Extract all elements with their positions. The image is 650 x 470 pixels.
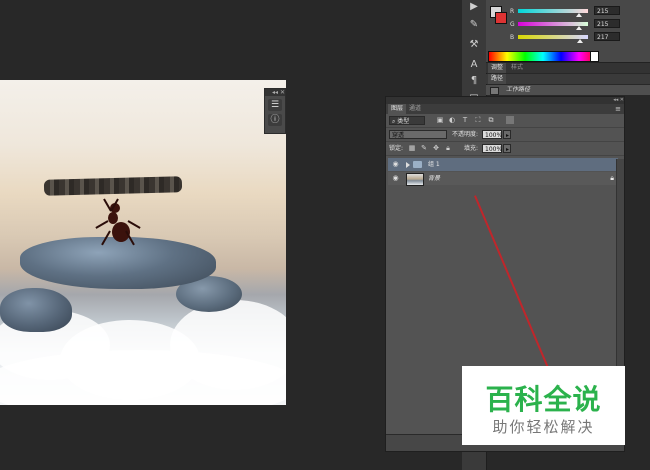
lock-label: 锁定: [389,145,404,152]
expand-triangle-icon[interactable] [406,162,410,168]
color-spectrum-white[interactable] [590,51,599,62]
document-canvas[interactable] [0,80,286,405]
blend-mode-select[interactable]: 穿透 [389,130,447,139]
photo-stone-top [20,237,216,289]
work-path-row[interactable]: 工作路径 [486,85,650,95]
green-slider-knob[interactable] [576,26,582,30]
panel-menu-icon[interactable]: ≡ [614,105,622,113]
mini-panel-header: ◂◂ ✕ [265,89,285,96]
red-label: R [510,8,515,15]
path-thumb-icon [490,87,499,95]
canvas-mini-panel: ◂◂ ✕ ☰ ⓘ [264,88,286,134]
brush-icon[interactable]: ✎ [466,18,482,32]
fill-dropdown-icon[interactable]: ▸ [503,144,511,153]
character-icon[interactable]: A [466,58,482,72]
properties-icon[interactable]: ☰ [268,99,282,111]
opacity-dropdown-icon[interactable]: ▸ [503,130,511,139]
layer-row-group[interactable]: ◉ 组 1 [388,158,618,171]
red-slider[interactable] [518,9,588,17]
adjustments-tabbar: 调整 样式 [486,63,650,73]
lock-all-icon[interactable]: 🔒︎ [444,144,452,152]
search-icon: ⌕ [392,118,396,125]
lock-paint-icon[interactable]: ✎ [420,144,428,152]
green-slider[interactable] [518,22,588,30]
filter-shape-icon[interactable]: ⛶ [474,116,482,124]
work-path-label: 工作路径 [506,86,531,93]
layer-filter-row: ⌕ 类型 ▣ ◐ T ⛶ ⧉ [386,114,624,128]
filter-toggle-icon[interactable] [506,116,514,124]
layers-panel-header[interactable]: ◂◂ ✕ [386,97,624,104]
lock-icon: 🔒︎ [610,174,614,182]
paths-tabbar: 路径 [486,74,650,84]
green-label: G [510,21,515,28]
watermark-title: 百科全说 [485,383,602,416]
filter-type-icon[interactable]: T [461,116,469,124]
lock-move-icon[interactable]: ✥ [432,144,440,152]
filter-adjust-icon[interactable]: ◐ [448,116,456,124]
color-spectrum-bar[interactable] [488,51,598,62]
photo-stone-left [0,288,72,332]
folder-icon [413,161,422,168]
lock-transparent-icon[interactable]: ▦ [408,144,416,152]
watermark-subtitle: 助你轻松解决 [492,418,595,436]
paragraph-icon[interactable]: ¶ [466,74,482,88]
watermark-logo: 百科全说 助你轻松解决 [462,366,625,445]
play-icon[interactable]: ▶ [466,0,482,14]
lock-row: 锁定: ▦ ✎ ✥ 🔒︎ 填充: 100% ▸ [386,142,624,156]
tab-styles[interactable]: 样式 [508,63,526,73]
opacity-label: 不透明度: [452,131,479,138]
mini-expand-icon[interactable]: ◂◂ [272,89,278,96]
blend-row: 穿透 不透明度: 100% ▸ [386,128,624,142]
layers-tabbar: 图层 通道 ≡ [386,104,624,114]
photo-stick [43,176,183,196]
red-slider-knob[interactable] [576,13,582,17]
background-color-swatch[interactable] [495,12,507,24]
visibility-eye-icon[interactable]: ◉ [391,160,400,169]
fill-label: 填充: [464,145,479,152]
filter-pixel-icon[interactable]: ▣ [436,116,444,124]
tab-layers[interactable]: 图层 [388,104,407,114]
layer-name[interactable]: 背景 [428,172,440,185]
layer-row-background[interactable]: ◉ 背景 🔒︎ [388,172,618,186]
tab-channels[interactable]: 通道 [406,104,424,114]
green-value[interactable]: 215 [594,19,620,28]
filter-kind-label: 类型 [397,118,410,125]
opacity-input[interactable]: 100% [482,130,502,139]
visibility-eye-icon[interactable]: ◉ [391,174,400,183]
blue-label: B [510,34,515,41]
layer-name[interactable]: 组 1 [428,158,440,171]
tab-paths[interactable]: 路径 [488,74,507,84]
filter-kind-select[interactable]: ⌕ 类型 [389,116,425,125]
fill-input[interactable]: 100% [482,144,502,153]
info-icon[interactable]: ⓘ [268,114,282,126]
layer-thumbnail [406,173,424,186]
tools-icon[interactable]: ⚒ [466,38,482,52]
blue-slider-knob[interactable] [577,39,583,43]
blue-value[interactable]: 217 [594,32,620,41]
blue-slider[interactable] [518,35,588,43]
filter-smart-icon[interactable]: ⧉ [487,116,495,124]
red-value[interactable]: 215 [594,6,620,15]
mini-close-icon[interactable]: ✕ [280,89,285,96]
tab-adjustments[interactable]: 调整 [488,63,507,73]
